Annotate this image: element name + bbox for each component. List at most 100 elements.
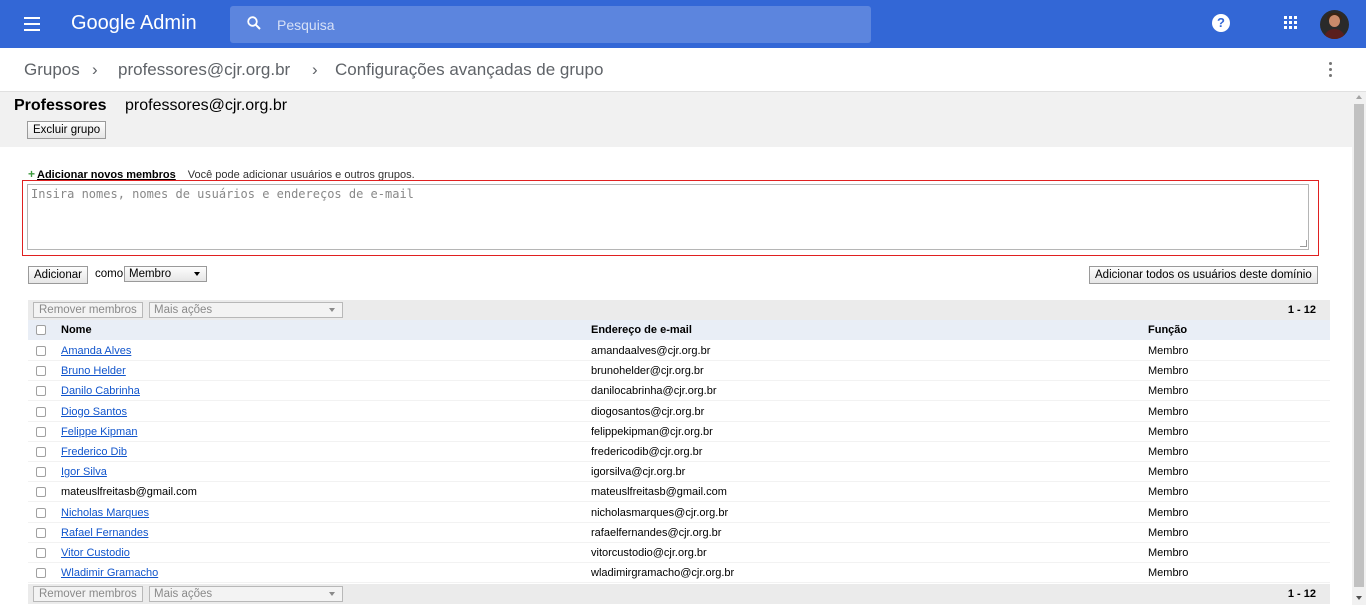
breadcrumb-item-grupos[interactable]: Grupos: [24, 60, 80, 80]
member-name[interactable]: Bruno Helder: [61, 365, 126, 377]
breadcrumb-item-group[interactable]: professores@cjr.org.br: [118, 60, 290, 80]
table-row: Felippe Kipman felippekipman@cjr.org.br Me…: [28, 422, 1330, 442]
table-toolbar-bottom: Remover membros Mais ações 1 - 12: [28, 584, 1330, 604]
delete-group-button[interactable]: Excluir grupo: [27, 121, 107, 139]
table-row: mateuslfreitasb@gmail.com mateuslfreitasb…: [28, 482, 1330, 503]
member-name[interactable]: Felippe Kipman: [61, 426, 137, 438]
member-email: wladimirgramacho@cjr.org.br: [591, 567, 735, 580]
row-checkbox[interactable]: [36, 426, 46, 437]
member-role: Membro: [1148, 526, 1189, 539]
member-email: mateuslfreitasb@gmail.com: [591, 486, 727, 499]
row-checkbox[interactable]: [36, 467, 46, 478]
member-name[interactable]: Amanda Alves: [61, 345, 131, 357]
row-checkbox[interactable]: [36, 527, 46, 538]
column-header-email[interactable]: Endereço de e-mail: [591, 324, 692, 336]
add-button[interactable]: Adicionar: [28, 266, 88, 284]
member-role: Membro: [1148, 567, 1189, 580]
add-members-heading: + Adicionar novos membros Você pode adicio…: [28, 167, 415, 181]
row-checkbox[interactable]: [36, 487, 46, 498]
hamburger-menu-icon[interactable]: [24, 17, 40, 31]
row-checkbox[interactable]: [36, 346, 46, 356]
table-header: Nome Endereço de e-mail Função: [28, 320, 1330, 340]
member-email: diogosantos@cjr.org.br: [591, 405, 705, 418]
resize-handle-icon[interactable]: [1300, 240, 1307, 247]
search-icon[interactable]: [247, 16, 261, 30]
row-checkbox[interactable]: [36, 447, 46, 457]
avatar[interactable]: [1320, 10, 1349, 39]
column-header-name[interactable]: Nome: [61, 324, 92, 336]
table-row: Rafael Fernandes rafaelfernandes@cjr.org.…: [28, 523, 1330, 543]
top-app-bar: Google Admin ?: [0, 0, 1366, 48]
group-name: Professores: [14, 97, 107, 114]
role-select[interactable]: Membro: [124, 266, 207, 282]
member-name: mateuslfreitasb@gmail.com: [61, 486, 197, 499]
member-role: Membro: [1148, 345, 1189, 357]
member-name[interactable]: Diogo Santos: [61, 406, 127, 418]
member-name[interactable]: Nicholas Marques: [61, 507, 149, 519]
help-icon[interactable]: ?: [1212, 14, 1230, 32]
member-name[interactable]: Wladimir Gramacho: [61, 567, 158, 579]
row-checkbox[interactable]: [36, 507, 46, 518]
table-row: Vitor Custodio vitorcustodio@cjr.org.br Me…: [28, 543, 1330, 563]
table-toolbar-top: Remover membros Mais ações 1 - 12: [28, 300, 1330, 320]
member-role: Membro: [1148, 506, 1189, 519]
app-brand[interactable]: Google Admin: [71, 12, 197, 35]
more-actions-label: Mais ações: [154, 304, 213, 316]
table-row: Bruno Helder brunohelder@cjr.org.br Membro: [28, 361, 1330, 382]
table-row: Amanda Alves amandaalves@cjr.org.br Membro: [28, 341, 1330, 361]
table-row: Danilo Cabrinha danilocabrinha@cjr.org.br…: [28, 381, 1330, 402]
more-actions-label: Mais ações: [154, 588, 213, 600]
more-vert-icon[interactable]: [1329, 62, 1333, 78]
more-actions-select[interactable]: Mais ações: [149, 586, 343, 602]
plus-icon: +: [28, 167, 36, 181]
pagination-count: 1 - 12: [1287, 588, 1316, 600]
member-name[interactable]: Igor Silva: [61, 466, 107, 478]
apps-grid-icon[interactable]: [1284, 16, 1298, 30]
dropdown-caret-icon: [329, 592, 335, 596]
member-email: nicholasmarques@cjr.org.br: [591, 506, 729, 519]
column-header-role[interactable]: Função: [1148, 324, 1187, 336]
member-email: vitorcustodio@cjr.org.br: [591, 547, 707, 559]
scroll-down-arrow-icon[interactable]: [1356, 596, 1362, 600]
row-checkbox[interactable]: [36, 406, 46, 417]
search-input[interactable]: [277, 6, 857, 43]
member-role: Membro: [1148, 486, 1189, 499]
member-name[interactable]: Rafael Fernandes: [61, 527, 148, 539]
chevron-right-icon: ›: [92, 60, 98, 79]
add-all-domain-users-button[interactable]: Adicionar todos os usuários deste domíni…: [1089, 266, 1318, 284]
table-row: Frederico Dib fredericodib@cjr.org.br Memb…: [28, 442, 1330, 462]
pagination-count: 1 - 12: [1287, 304, 1316, 316]
members-input[interactable]: [27, 184, 1309, 250]
remove-members-button[interactable]: Remover membros: [33, 586, 143, 602]
remove-members-button[interactable]: Remover membros: [33, 302, 143, 318]
scroll-thumb[interactable]: [1354, 104, 1364, 587]
member-role: Membro: [1148, 446, 1189, 458]
member-name[interactable]: Frederico Dib: [61, 446, 127, 458]
select-all-checkbox[interactable]: [36, 325, 46, 335]
group-email: professores@cjr.org.br: [125, 97, 288, 114]
table-row: Igor Silva igorsilva@cjr.org.br Membro: [28, 462, 1330, 483]
member-role: Membro: [1148, 385, 1189, 398]
dropdown-caret-icon: [194, 272, 200, 276]
scroll-up-arrow-icon[interactable]: [1356, 95, 1362, 99]
table-row: Diogo Santos diogosantos@cjr.org.br Membro: [28, 402, 1330, 422]
member-role: Membro: [1148, 405, 1189, 418]
member-email: amandaalves@cjr.org.br: [591, 345, 711, 357]
page-scrollbar[interactable]: [1352, 92, 1366, 605]
role-select-value: Membro: [129, 268, 172, 280]
member-name[interactable]: Danilo Cabrinha: [61, 385, 140, 397]
group-header: Professores professores@cjr.org.br Exclu…: [0, 92, 1352, 147]
member-email: fredericodib@cjr.org.br: [591, 446, 703, 458]
member-email: brunohelder@cjr.org.br: [591, 365, 704, 378]
member-name[interactable]: Vitor Custodio: [61, 547, 130, 559]
dropdown-caret-icon: [329, 308, 335, 312]
table-row: Wladimir Gramacho wladimirgramacho@cjr.or…: [28, 563, 1330, 584]
member-role: Membro: [1148, 365, 1189, 378]
more-actions-select[interactable]: Mais ações: [149, 302, 343, 318]
row-checkbox[interactable]: [36, 568, 46, 579]
row-checkbox[interactable]: [36, 548, 46, 558]
row-checkbox[interactable]: [36, 366, 46, 377]
breadcrumb: Grupos › professores@cjr.org.br › Config…: [0, 48, 1366, 92]
row-checkbox[interactable]: [36, 386, 46, 397]
member-email: felippekipman@cjr.org.br: [591, 425, 713, 438]
